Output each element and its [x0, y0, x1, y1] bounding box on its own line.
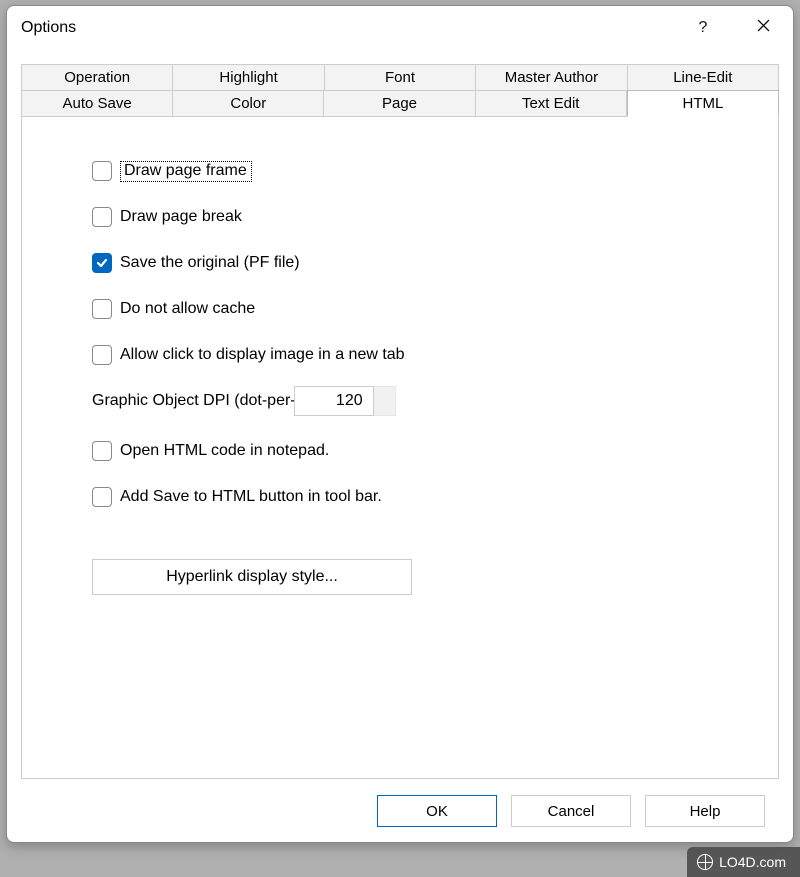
help-button[interactable]: Help [645, 795, 765, 827]
tab-highlight[interactable]: Highlight [173, 64, 324, 90]
titlebar: Options ? [7, 6, 793, 50]
hyperlink-style-button[interactable]: Hyperlink display style... [92, 559, 412, 595]
row-draw-page-frame: Draw page frame [92, 157, 778, 185]
close-icon[interactable] [747, 19, 779, 37]
help-icon[interactable]: ? [687, 19, 719, 37]
ok-button[interactable]: OK [377, 795, 497, 827]
row-save-original: Save the original (PF file) [92, 249, 778, 277]
options-dialog: Options ? Operation Highlight Font Maste… [6, 5, 794, 843]
tab-panel-html: Draw page frame Draw page break Save the… [21, 116, 779, 779]
checkbox-draw-page-break[interactable] [92, 207, 112, 227]
row-draw-page-break: Draw page break [92, 203, 778, 231]
label-save-original[interactable]: Save the original (PF file) [120, 254, 300, 272]
label-click-image-tab[interactable]: Allow click to display image in a new ta… [120, 346, 405, 364]
input-dpi[interactable] [294, 386, 374, 416]
window-title: Options [21, 19, 687, 37]
label-draw-page-break[interactable]: Draw page break [120, 208, 242, 226]
cancel-button[interactable]: Cancel [511, 795, 631, 827]
checkbox-click-image-tab[interactable] [92, 345, 112, 365]
tab-auto-save[interactable]: Auto Save [21, 90, 173, 117]
row-add-save-btn: Add Save to HTML button in tool bar. [92, 483, 778, 511]
tab-master-author[interactable]: Master Author [476, 64, 627, 90]
label-add-save-btn[interactable]: Add Save to HTML button in tool bar. [120, 488, 382, 506]
window-controls: ? [687, 19, 779, 37]
checkbox-save-original[interactable] [92, 253, 112, 273]
dpi-spin-icon[interactable] [374, 386, 396, 416]
watermark: LO4D.com [687, 847, 800, 877]
tab-text-edit[interactable]: Text Edit [476, 90, 627, 117]
tab-font[interactable]: Font [325, 64, 476, 90]
row-open-notepad: Open HTML code in notepad. [92, 437, 778, 465]
row-click-image-tab: Allow click to display image in a new ta… [92, 341, 778, 369]
checkbox-no-cache[interactable] [92, 299, 112, 319]
tab-strip: Operation Highlight Font Master Author L… [21, 64, 779, 117]
globe-icon [697, 854, 713, 870]
tab-html[interactable]: HTML [627, 90, 779, 117]
tab-operation[interactable]: Operation [21, 64, 173, 90]
checkbox-open-notepad[interactable] [92, 441, 112, 461]
client-area: Operation Highlight Font Master Author L… [7, 50, 793, 842]
label-open-notepad[interactable]: Open HTML code in notepad. [120, 442, 329, 460]
label-dpi: Graphic Object DPI (dot-per- [92, 392, 296, 410]
tab-color[interactable]: Color [173, 90, 324, 117]
label-no-cache[interactable]: Do not allow cache [120, 300, 255, 318]
tab-line-edit[interactable]: Line-Edit [628, 64, 779, 90]
checkbox-draw-page-frame[interactable] [92, 161, 112, 181]
tab-page[interactable]: Page [324, 90, 475, 117]
checkbox-add-save-btn[interactable] [92, 487, 112, 507]
dialog-footer: OK Cancel Help [21, 780, 779, 842]
row-dpi: Graphic Object DPI (dot-per- [92, 387, 778, 415]
watermark-text: LO4D.com [719, 854, 786, 870]
row-no-cache: Do not allow cache [92, 295, 778, 323]
label-draw-page-frame[interactable]: Draw page frame [120, 161, 252, 182]
